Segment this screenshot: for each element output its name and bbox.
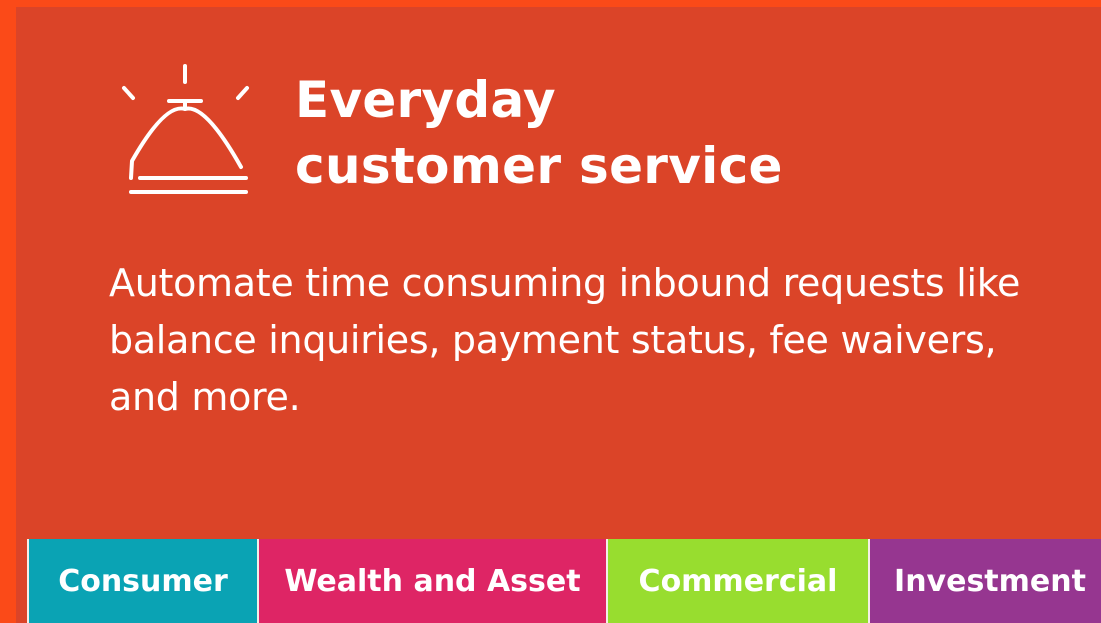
tab-commercial[interactable]: Commercial — [608, 539, 870, 623]
tab-consumer[interactable]: Consumer — [27, 539, 259, 623]
card-title-line-1: Everyday — [295, 71, 556, 129]
service-bell-icon — [122, 64, 249, 194]
card-title-line-2: customer service — [295, 137, 783, 195]
card-title: Everyday customer service — [295, 67, 783, 199]
card-header: Everyday customer service — [115, 61, 783, 199]
segment-tabs: Consumer Wealth and Asset Commercial Inv… — [27, 539, 1101, 623]
tab-wealth-and-asset[interactable]: Wealth and Asset — [259, 539, 608, 623]
tab-investment[interactable]: Investment — [870, 539, 1101, 623]
card-description: Automate time consuming inbound requests… — [109, 261, 1021, 419]
service-card: Everyday customer service Automate time … — [16, 7, 1101, 623]
